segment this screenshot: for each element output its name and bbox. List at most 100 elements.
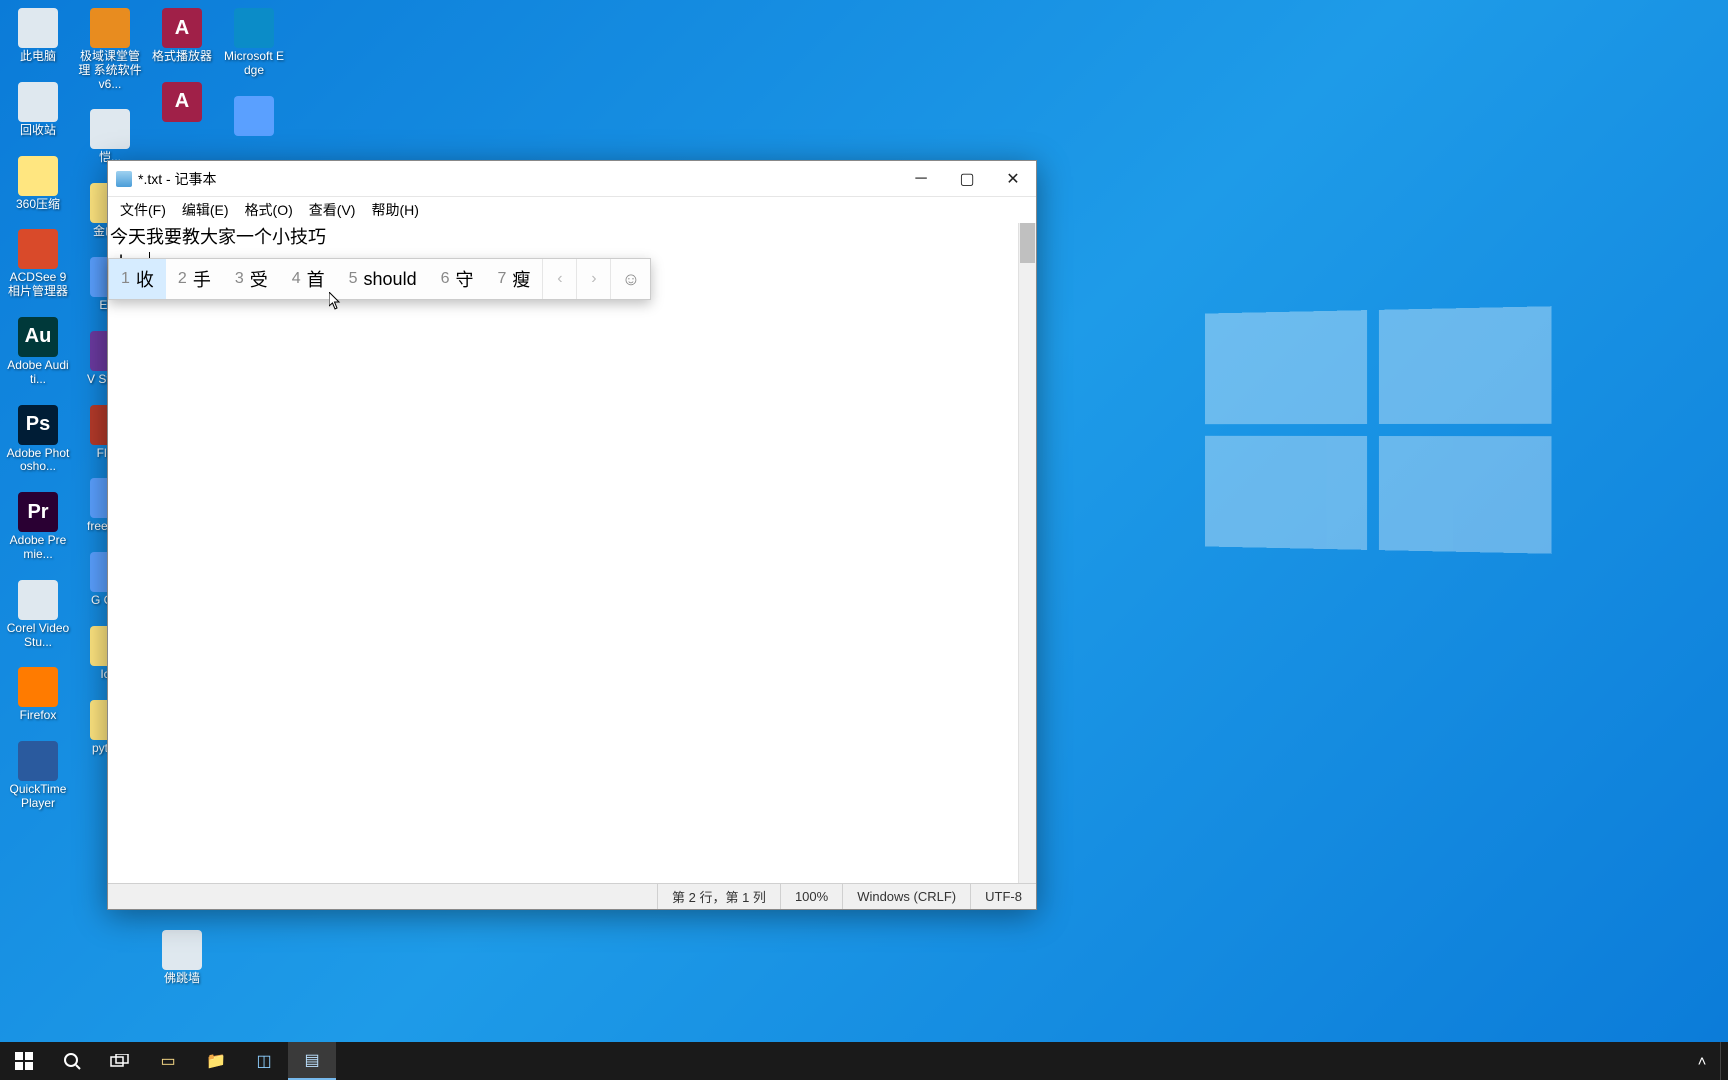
minimize-button[interactable]: ─	[898, 161, 944, 196]
search-button[interactable]	[48, 1042, 96, 1080]
candidate-number: 2	[178, 270, 187, 288]
desktop-icon[interactable]: Microsoft Edge	[222, 8, 286, 78]
status-eol: Windows (CRLF)	[842, 884, 970, 909]
ime-emoji-icon[interactable]: ☺	[610, 259, 650, 299]
desktop-icon[interactable]: 佛跳墙	[150, 930, 214, 986]
candidate-number: 7	[497, 270, 506, 288]
icon-label: Corel VideoStu...	[6, 622, 70, 650]
ime-candidate[interactable]: 5should	[337, 259, 429, 299]
status-zoom: 100%	[780, 884, 842, 909]
desktop-icons-col1: 此电脑回收站 360压缩 ACDSee 9 相片管理器 AuAdobe Auditi.…	[6, 8, 70, 811]
text-area[interactable]: 今天我要教大家一个小技巧 shou	[108, 223, 1036, 883]
task-view-button[interactable]	[96, 1042, 144, 1080]
app-icon	[90, 8, 130, 48]
app-icon	[18, 8, 58, 48]
desktop-icon[interactable]: A	[150, 82, 214, 124]
taskbar[interactable]: ▭ 📁 ◫ ▤ ˄	[0, 1042, 1728, 1080]
app-icon	[18, 82, 58, 122]
candidate-number: 3	[235, 270, 244, 288]
app-icon	[90, 109, 130, 149]
desktop-icon-bottom: 佛跳墙	[150, 930, 214, 986]
system-tray: ˄	[1684, 1042, 1728, 1080]
desktop-icon[interactable]: 恺...	[78, 109, 142, 165]
icon-label: Firefox	[20, 709, 57, 723]
desktop-icon[interactable]: Firefox	[6, 667, 70, 723]
icon-label: 回收站	[20, 124, 56, 138]
taskbar-app-3[interactable]: ◫	[240, 1042, 288, 1080]
candidate-text: 瘦	[512, 266, 530, 292]
candidate-text: 手	[193, 266, 211, 292]
vertical-scrollbar[interactable]	[1018, 223, 1036, 883]
taskbar-app-explorer[interactable]: ▭	[144, 1042, 192, 1080]
ime-candidate[interactable]: 7瘦	[485, 259, 542, 299]
desktop-icon[interactable]: QuickTime Player	[6, 741, 70, 811]
icon-label: 360压缩	[16, 198, 60, 212]
desktop-icon[interactable]: PsAdobe Photosho...	[6, 405, 70, 475]
icon-label: Adobe Premie...	[6, 534, 70, 562]
notepad-icon	[116, 171, 132, 187]
statusbar: 第 2 行，第 1 列 100% Windows (CRLF) UTF-8	[108, 883, 1036, 909]
desktop-icon[interactable]: Corel VideoStu...	[6, 580, 70, 650]
menu-item[interactable]: 帮助(H)	[363, 198, 426, 222]
desktop-icon[interactable]	[222, 96, 286, 138]
ime-candidate[interactable]: 3受	[223, 259, 280, 299]
desktop[interactable]: 此电脑回收站 360压缩 ACDSee 9 相片管理器 AuAdobe Auditi.…	[0, 0, 1728, 1080]
candidate-text: should	[364, 269, 417, 290]
ime-next-icon[interactable]: ›	[576, 259, 610, 299]
desktop-icon[interactable]: 360压缩	[6, 156, 70, 212]
menu-item[interactable]: 文件(F)	[112, 198, 174, 222]
app-icon	[234, 8, 274, 48]
icon-label: QuickTime Player	[6, 783, 70, 811]
ime-candidate-bar[interactable]: 1收2手3受4首5should6守7瘦‹›☺	[108, 258, 651, 300]
candidate-text: 守	[455, 266, 473, 292]
app-icon	[162, 930, 202, 970]
menu-item[interactable]: 格式(O)	[237, 198, 301, 222]
icon-label: 佛跳墙	[164, 972, 200, 986]
icon-label: Adobe Photosho...	[6, 447, 70, 475]
app-icon: A	[162, 82, 202, 122]
app-icon: Pr	[18, 492, 58, 532]
app-icon: A	[162, 8, 202, 48]
ime-candidate[interactable]: 6守	[429, 259, 486, 299]
maximize-button[interactable]: ▢	[944, 161, 990, 196]
start-button[interactable]	[0, 1042, 48, 1080]
app-icon	[18, 667, 58, 707]
desktop-icon[interactable]: PrAdobe Premie...	[6, 492, 70, 562]
icon-label: 极域课堂管理 系统软件v6...	[78, 50, 142, 91]
menu-item[interactable]: 编辑(E)	[174, 198, 237, 222]
desktop-icon[interactable]: ACDSee 9 相片管理器	[6, 229, 70, 299]
scrollbar-thumb[interactable]	[1020, 223, 1035, 263]
ime-prev-icon[interactable]: ‹	[542, 259, 576, 299]
desktop-icon[interactable]: 回收站	[6, 82, 70, 138]
status-encoding: UTF-8	[970, 884, 1036, 909]
app-icon	[234, 96, 274, 136]
close-button[interactable]: ✕	[990, 161, 1036, 196]
candidate-text: 收	[136, 266, 154, 292]
menubar: 文件(F)编辑(E)格式(O)查看(V)帮助(H)	[108, 197, 1036, 223]
desktop-icon[interactable]: 此电脑	[6, 8, 70, 64]
ime-candidate[interactable]: 1收	[109, 259, 166, 299]
show-desktop-button[interactable]	[1720, 1042, 1728, 1080]
candidate-number: 1	[121, 270, 130, 288]
desktop-icon[interactable]: A 格式播放器	[150, 8, 214, 64]
desktop-icon[interactable]: 极域课堂管理 系统软件v6...	[78, 8, 142, 91]
tray-chevron-up-icon[interactable]: ˄	[1684, 1042, 1720, 1080]
desktop-icons-col4: Microsoft Edge	[222, 8, 286, 138]
app-icon: Ps	[18, 405, 58, 445]
ime-candidate[interactable]: 2手	[166, 259, 223, 299]
icon-label: ACDSee 9 相片管理器	[6, 271, 70, 299]
app-icon	[18, 229, 58, 269]
desktop-icon[interactable]: AuAdobe Auditi...	[6, 317, 70, 387]
taskbar-app-folder[interactable]: 📁	[192, 1042, 240, 1080]
taskbar-app-notepad[interactable]: ▤	[288, 1042, 336, 1080]
candidate-text: 受	[250, 266, 268, 292]
candidate-text: 首	[307, 266, 325, 292]
titlebar[interactable]: *.txt - 记事本 ─ ▢ ✕	[108, 161, 1036, 197]
mouse-cursor-icon	[329, 292, 343, 315]
windows-logo-wallpaper	[1205, 306, 1552, 554]
status-position: 第 2 行，第 1 列	[657, 884, 780, 909]
icon-label: 格式播放器	[152, 50, 212, 64]
menu-item[interactable]: 查看(V)	[301, 198, 364, 222]
window-controls: ─ ▢ ✕	[898, 161, 1036, 196]
text-line-1: 今天我要教大家一个小技巧	[110, 225, 326, 250]
